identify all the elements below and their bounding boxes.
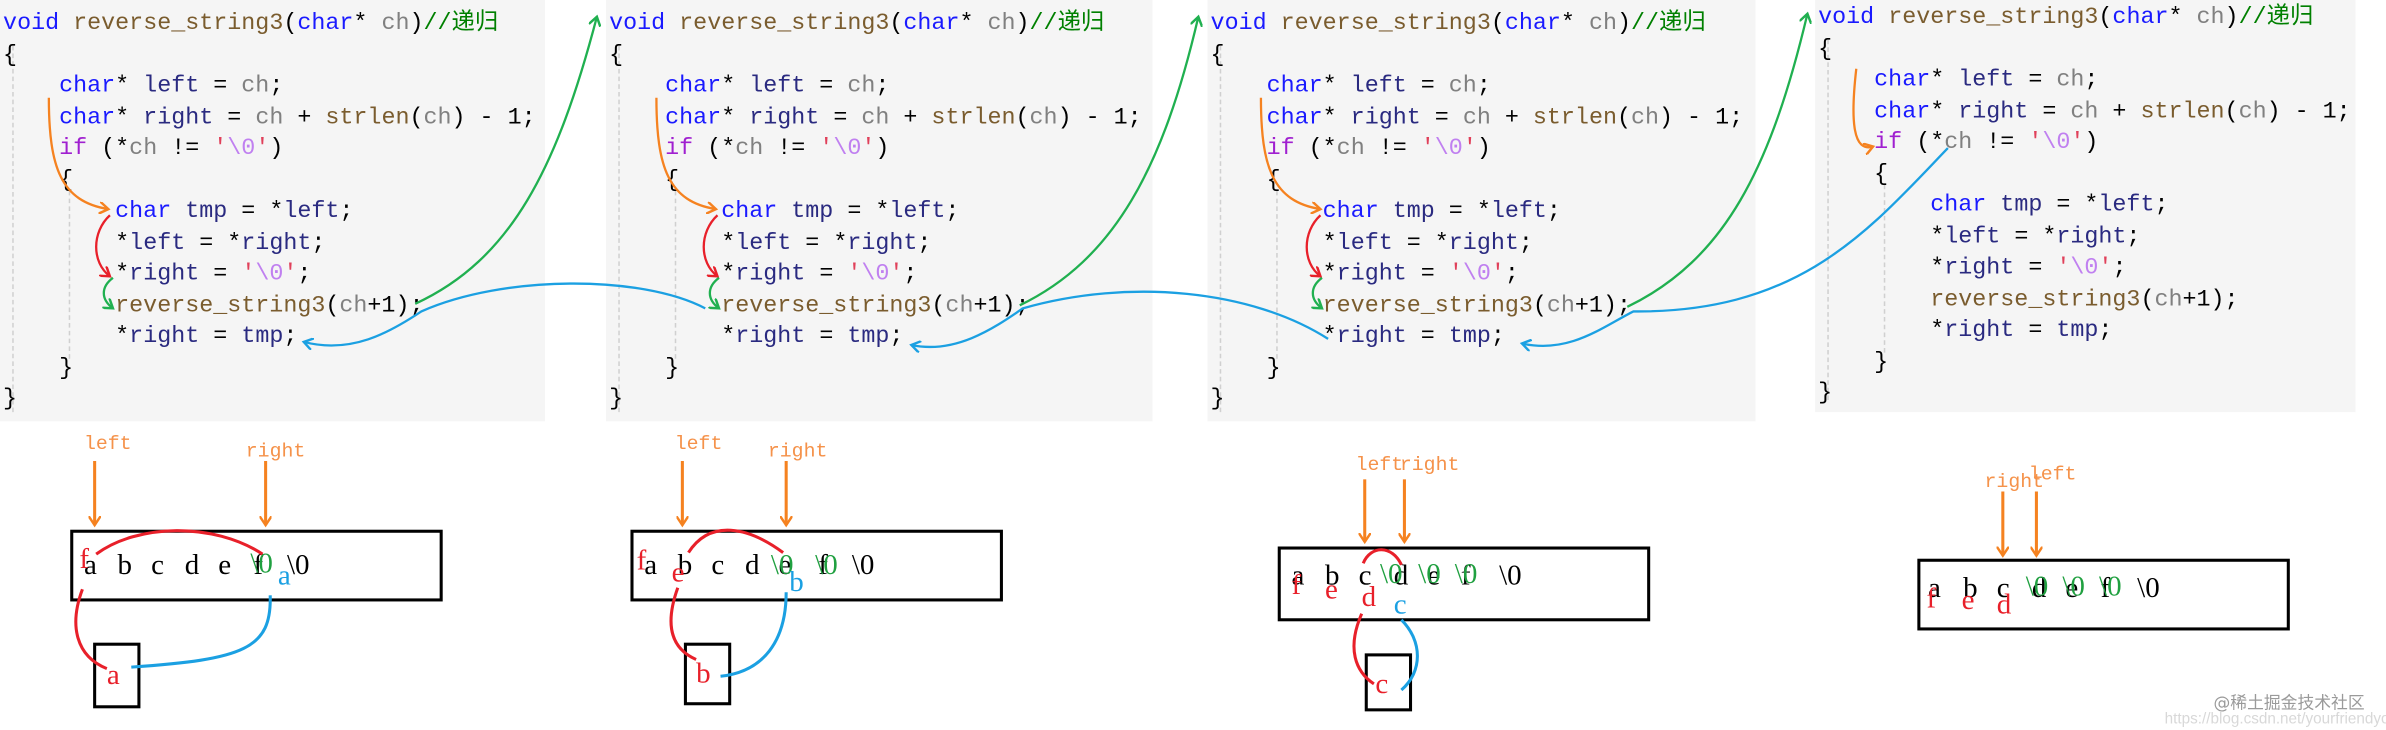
flow-arrow bbox=[47, 97, 109, 209]
swap-curve bbox=[1400, 618, 1419, 692]
arrows-layer bbox=[47, 0, 2386, 692]
flow-arrow bbox=[95, 214, 110, 276]
swap-curve bbox=[687, 528, 785, 554]
swap-curve bbox=[95, 529, 264, 556]
swap-curve bbox=[720, 592, 788, 678]
call-arrow bbox=[414, 17, 597, 305]
watermark-url: https://blog.csdn.net/yourfriendyo bbox=[2164, 711, 2386, 729]
flow-arrow bbox=[655, 97, 716, 209]
flow-arrow bbox=[104, 276, 113, 309]
flow-arrow bbox=[1259, 97, 1321, 209]
flow-arrow bbox=[710, 276, 719, 309]
return-arrow bbox=[1522, 147, 1949, 346]
return-arrow bbox=[911, 290, 1329, 347]
swap-curve bbox=[74, 588, 108, 671]
call-arrow bbox=[1626, 14, 1807, 308]
swap-curve bbox=[669, 587, 697, 661]
swap-curve bbox=[1352, 613, 1375, 686]
recursion-diagram: void reverse_string3(char* ch)//递归{ char… bbox=[0, 0, 2386, 730]
flow-arrow bbox=[1313, 276, 1322, 309]
flow-arrow bbox=[1852, 68, 1873, 148]
swap-curve bbox=[131, 595, 272, 669]
flow-arrow bbox=[702, 214, 718, 276]
flow-arrow bbox=[1305, 214, 1321, 276]
return-arrow bbox=[304, 282, 706, 346]
swap-curve bbox=[1361, 548, 1403, 566]
call-arrow bbox=[1019, 17, 1199, 307]
